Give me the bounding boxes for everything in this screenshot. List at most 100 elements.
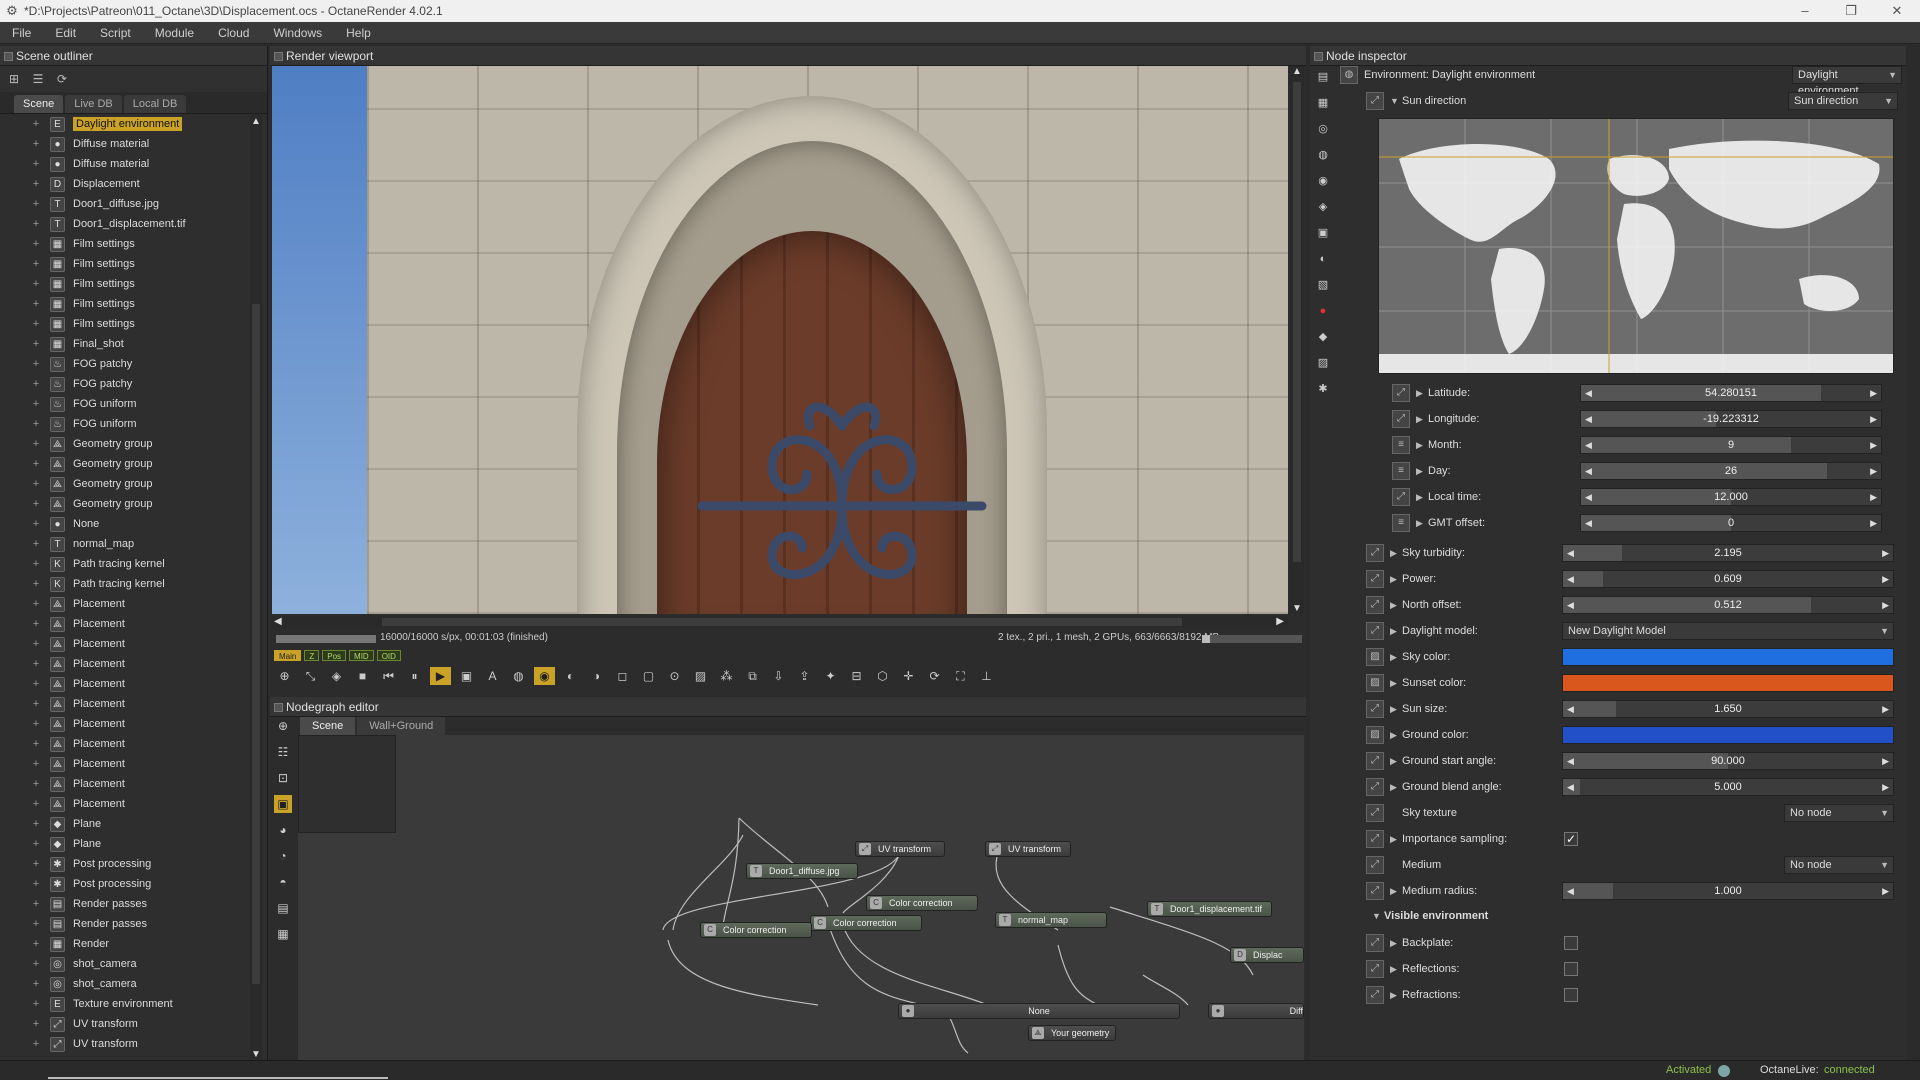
kernel-icon[interactable]: ◈ bbox=[1314, 198, 1332, 216]
expand-icon[interactable]: + bbox=[28, 658, 44, 670]
pin-icon[interactable]: ⤢ bbox=[1366, 570, 1384, 588]
expand-icon[interactable]: + bbox=[28, 378, 44, 390]
world-axis-icon[interactable]: ⊥ bbox=[976, 667, 997, 685]
close-button[interactable]: ✕ bbox=[1874, 0, 1920, 22]
group-icon[interactable]: ⊡ bbox=[274, 769, 292, 787]
color-swatch[interactable] bbox=[1562, 674, 1894, 692]
expand-icon[interactable]: + bbox=[28, 218, 44, 230]
tab-local-db[interactable]: Local DB bbox=[123, 95, 187, 113]
pass-z-badge[interactable]: Z bbox=[304, 650, 320, 661]
expand-icon[interactable]: + bbox=[28, 558, 44, 570]
menu-windows[interactable]: Windows bbox=[261, 26, 334, 40]
render-region-icon[interactable]: ◈ bbox=[326, 667, 347, 685]
expand-icon[interactable]: + bbox=[28, 118, 44, 130]
node-pin-dropdown[interactable]: No node ▼ bbox=[1784, 856, 1894, 874]
decal-icon[interactable]: ⁂ bbox=[716, 667, 737, 685]
expand-icon[interactable]: + bbox=[28, 678, 44, 690]
pin-icon[interactable]: ⤢ bbox=[1366, 752, 1384, 770]
expand-triangle-icon[interactable]: ▶ bbox=[1390, 548, 1402, 559]
material-icon[interactable]: ◕ bbox=[274, 821, 292, 839]
pin-icon[interactable]: ⤢ bbox=[1366, 986, 1384, 1004]
outliner-item[interactable]: + ● Diffuse material bbox=[0, 134, 250, 154]
rotate-gizmo-icon[interactable]: ⟳ bbox=[924, 667, 945, 685]
increment-arrow-icon[interactable]: ▶ bbox=[1870, 466, 1877, 477]
tab-nodegraph-scene[interactable]: Scene bbox=[300, 717, 356, 735]
scale-gizmo-icon[interactable]: ⛶ bbox=[950, 667, 971, 685]
outliner-item[interactable]: + ▦ Render bbox=[0, 934, 250, 954]
sun-param-slider[interactable]: ◀ 12.000 ▶ bbox=[1580, 488, 1882, 506]
outliner-item[interactable]: + ⟁ Placement bbox=[0, 754, 250, 774]
pin-icon[interactable]: ▨ bbox=[1366, 648, 1384, 666]
outliner-item[interactable]: + ◆ Plane bbox=[0, 814, 250, 834]
sun-param-slider[interactable]: ◀ 9 ▶ bbox=[1580, 436, 1882, 454]
graph-node-door-diffuse[interactable]: T Door1_diffuse.jpg bbox=[746, 863, 858, 879]
outliner-item[interactable]: + D Displacement bbox=[0, 174, 250, 194]
expand-triangle-icon[interactable]: ▶ bbox=[1390, 730, 1402, 741]
outliner-item[interactable]: + ⤢ UV transform bbox=[0, 1014, 250, 1034]
increment-arrow-icon[interactable]: ▶ bbox=[1882, 886, 1889, 897]
light-icon[interactable]: ✱ bbox=[1314, 380, 1332, 398]
pin-icon[interactable]: ⤢ bbox=[1366, 934, 1384, 952]
expand-icon[interactable]: + bbox=[28, 578, 44, 590]
outliner-scrollbar[interactable]: ▲ ▼ bbox=[250, 114, 262, 1064]
expand-triangle-icon[interactable]: ▶ bbox=[1390, 652, 1402, 663]
outliner-item[interactable]: + ▤ Render passes bbox=[0, 894, 250, 914]
subsample-icon[interactable]: ⊟ bbox=[846, 667, 867, 685]
inspector-param-slider[interactable]: ◀ 0.609 ▶ bbox=[1562, 570, 1894, 588]
color-swatch[interactable] bbox=[1562, 726, 1894, 744]
pin-icon[interactable]: ⤢ bbox=[1366, 596, 1384, 614]
geometry-icon[interactable]: ◓ bbox=[274, 873, 292, 891]
graph-node-none-material[interactable]: ● None bbox=[898, 1003, 1180, 1019]
grid-icon[interactable]: ▦ bbox=[274, 925, 292, 943]
expand-icon[interactable]: + bbox=[28, 758, 44, 770]
realtime-icon[interactable]: ▣ bbox=[456, 667, 477, 685]
pass-pos-badge[interactable]: Pos bbox=[322, 650, 347, 661]
material-picker-icon[interactable]: ◑ bbox=[586, 667, 607, 685]
increment-arrow-icon[interactable]: ▶ bbox=[1870, 388, 1877, 399]
outliner-item[interactable]: + E Daylight environment bbox=[0, 114, 250, 134]
outliner-item[interactable]: + ♨ FOG uniform bbox=[0, 414, 250, 434]
outliner-item[interactable]: + ▦ Film settings bbox=[0, 314, 250, 334]
inspector-param-slider[interactable]: ◀ 5.000 ▶ bbox=[1562, 778, 1894, 796]
expand-triangle-icon[interactable]: ▶ bbox=[1416, 388, 1428, 399]
inspector-param-slider[interactable]: ◀ 1.650 ▶ bbox=[1562, 700, 1894, 718]
visible-environment-checkbox[interactable] bbox=[1564, 962, 1578, 976]
visible-environment-header[interactable]: ▼ Visible environment bbox=[1372, 906, 1488, 926]
expand-icon[interactable]: + bbox=[28, 498, 44, 510]
camera-icon[interactable]: ◎ bbox=[1314, 120, 1332, 138]
outliner-item[interactable]: + Tnormal_map bbox=[0, 534, 250, 554]
expand-icon[interactable]: + bbox=[28, 458, 44, 470]
outliner-item[interactable]: + ⟁ Placement bbox=[0, 614, 250, 634]
increment-arrow-icon[interactable]: ▶ bbox=[1882, 574, 1889, 585]
expand-icon[interactable]: + bbox=[28, 618, 44, 630]
expand-icon[interactable]: + bbox=[28, 838, 44, 850]
pass-oid-badge[interactable]: OID bbox=[376, 650, 401, 661]
expand-icon[interactable]: + bbox=[28, 978, 44, 990]
tab-scene[interactable]: Scene bbox=[14, 95, 64, 113]
inspector-param-slider[interactable]: ◀ 90.000 ▶ bbox=[1562, 752, 1894, 770]
tab-live-db[interactable]: Live DB bbox=[65, 95, 122, 113]
stop-icon[interactable]: ■ bbox=[352, 667, 373, 685]
film-settings-icon[interactable]: ▣ bbox=[1314, 224, 1332, 242]
expand-icon[interactable]: + bbox=[28, 1018, 44, 1030]
post-processing-icon[interactable]: ▧ bbox=[1314, 276, 1332, 294]
expand-triangle-icon[interactable]: ▶ bbox=[1390, 678, 1402, 689]
outliner-item[interactable]: + ● None bbox=[0, 514, 250, 534]
outliner-item[interactable]: + ◆ Plane bbox=[0, 834, 250, 854]
render-image[interactable] bbox=[272, 66, 1288, 614]
pin-icon[interactable]: ⤢ bbox=[1366, 960, 1384, 978]
outliner-item[interactable]: + ⟁ Geometry group bbox=[0, 454, 250, 474]
expand-icon[interactable]: + bbox=[28, 358, 44, 370]
sun-direction-row[interactable]: ⤢ ▼ Sun direction Sun direction ▼ bbox=[1366, 90, 1906, 112]
scroll-left-icon[interactable]: ◀ bbox=[274, 616, 282, 627]
pin-icon[interactable]: ⤢ bbox=[1366, 622, 1384, 640]
outliner-item[interactable]: + T Door1_displacement.tif bbox=[0, 214, 250, 234]
menu-edit[interactable]: Edit bbox=[43, 26, 88, 40]
menu-help[interactable]: Help bbox=[334, 26, 383, 40]
outliner-item[interactable]: + ⟁ Geometry group bbox=[0, 474, 250, 494]
scroll-up-icon[interactable]: ▲ bbox=[250, 116, 262, 127]
lock-resolution-icon[interactable]: A bbox=[482, 667, 503, 685]
sun-param-slider[interactable]: ◀ -19.223312 ▶ bbox=[1580, 410, 1882, 428]
render-target-icon[interactable]: ▦ bbox=[1314, 94, 1332, 112]
scroll-down-icon[interactable]: ▼ bbox=[250, 1049, 262, 1060]
